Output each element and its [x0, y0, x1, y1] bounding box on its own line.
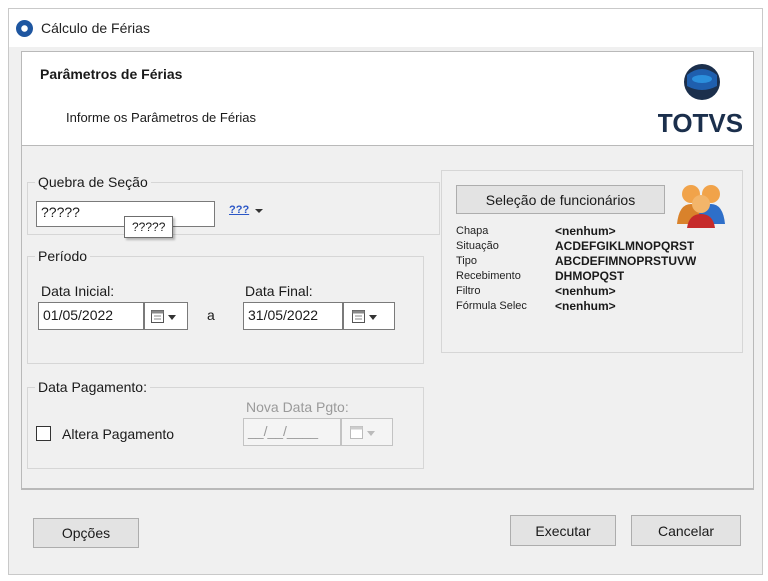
logo-highlight [692, 75, 712, 83]
opcoes-button[interactable]: Opções [33, 518, 139, 548]
nova-data-label: Nova Data Pgto: [246, 399, 349, 415]
periodo-label: Período [35, 248, 91, 264]
header-title: Parâmetros de Férias [40, 66, 183, 82]
totvs-logo: TOTVS [658, 64, 742, 138]
altera-pagamento-label: Altera Pagamento [62, 426, 175, 442]
altera-pagamento-checkbox[interactable] [36, 426, 51, 441]
users-icon [677, 185, 725, 228]
lookup-icon: ??? [229, 204, 250, 216]
nova-data-input[interactable]: __/__/____ [243, 418, 341, 446]
quebra-secao-label: Quebra de Seção [35, 174, 151, 190]
calendar-icon [151, 310, 176, 323]
window-title: Cálculo de Férias [41, 20, 150, 36]
periodo-separator: a [207, 307, 215, 323]
filtro-value: <nenhum> [555, 284, 616, 298]
data-inicial-input[interactable]: 01/05/2022 [38, 302, 144, 330]
data-final-input[interactable]: 31/05/2022 [243, 302, 343, 330]
data-pagamento-label: Data Pagamento: [35, 379, 150, 395]
formula-selec-label: Fórmula Selec [456, 300, 527, 312]
executar-button[interactable]: Executar [510, 515, 616, 546]
tipo-label: Tipo [456, 255, 477, 267]
calendar-icon [352, 310, 377, 323]
quebra-secao-tooltip: ????? [124, 216, 174, 238]
data-final-label: Data Final: [245, 283, 313, 299]
data-final-calendar-button[interactable] [343, 302, 395, 330]
lookup-button[interactable]: ??? [229, 203, 267, 223]
logo-text: TOTVS [658, 108, 742, 138]
data-inicial-calendar-button[interactable] [144, 302, 188, 330]
filtro-label: Filtro [456, 285, 481, 297]
chapa-value: <nenhum> [555, 224, 616, 238]
formula-selec-value: <nenhum> [555, 299, 616, 313]
recebimento-value: DHMOPQST [555, 269, 625, 283]
calendar-icon [350, 426, 375, 439]
selecao-funcionarios-button[interactable]: Seleção de funcionários [456, 185, 665, 214]
tipo-value: ABCDEFIMNOPRSTUVW [555, 254, 697, 268]
recebimento-label: Recebimento [456, 270, 521, 282]
chevron-down-icon [255, 209, 263, 213]
chapa-label: Chapa [456, 225, 489, 237]
footer-separator [21, 489, 754, 490]
nova-data-calendar-button[interactable] [341, 418, 393, 446]
cancelar-button[interactable]: Cancelar [631, 515, 741, 546]
data-inicial-label: Data Inicial: [41, 283, 115, 299]
app-icon [16, 20, 33, 37]
situacao-value: ACDEFGIKLMNOPQRST [555, 239, 695, 253]
header-subtitle: Informe os Parâmetros de Férias [66, 110, 257, 125]
situacao-label: Situação [456, 240, 499, 252]
